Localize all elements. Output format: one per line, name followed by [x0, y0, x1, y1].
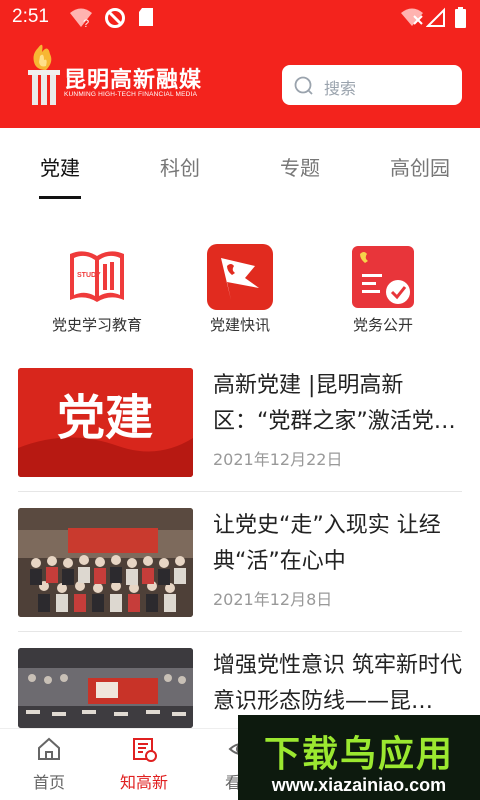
news-icon: [133, 738, 157, 762]
logo-name: 昆明高新融媒: [64, 68, 203, 93]
nav-home[interactable]: 首页: [4, 735, 94, 793]
shortcut-party-affairs[interactable]: 党务公开: [318, 244, 448, 335]
news-item[interactable]: 党建 高新党建 |昆明高新区：“党群之家”激活党… 2021年12月22日: [18, 368, 462, 478]
party-building-banner: 党建: [18, 368, 193, 477]
shortcut-party-history[interactable]: STUDY 党史学习教育: [32, 244, 162, 335]
site-watermark: 下载乌应用 www.xiazainiao.com: [238, 715, 480, 800]
search-input[interactable]: 搜索: [282, 65, 462, 105]
svg-text:?: ?: [83, 18, 89, 29]
party-flag-icon: [207, 244, 273, 310]
tab-sci-innovation[interactable]: 科创: [140, 152, 220, 181]
active-tab-indicator: [39, 196, 81, 199]
book-study-icon: STUDY: [70, 251, 124, 302]
watermark-url: www.xiazainiao.com: [271, 775, 447, 795]
news-title: 高新党建 |昆明高新区：“党群之家”激活党…: [213, 373, 456, 434]
logo-subtitle: KUNMING HIGH-TECH FINANCIAL MEDIA: [64, 91, 198, 98]
news-date: 2021年12月8日: [213, 590, 333, 609]
no-disturb-icon: [105, 8, 125, 28]
home-icon: [38, 737, 60, 760]
battery-icon: [455, 7, 466, 28]
search-placeholder: 搜索: [324, 79, 357, 98]
news-item[interactable]: 让党史“走”入现实 让经典“活”在心中 2021年12月8日: [18, 508, 462, 618]
tab-topics[interactable]: 专题: [260, 152, 340, 181]
nav-label: 首页: [32, 773, 65, 792]
news-date: 2021年12月22日: [213, 450, 343, 469]
shortcut-label: 党史学习教育: [51, 316, 142, 334]
category-tabs: 党建 科创 专题 高创园: [0, 128, 480, 202]
wifi-question-icon: ?: [70, 8, 92, 29]
group-photo-image: [18, 508, 193, 617]
signal-icon: [426, 7, 445, 27]
news-title: 让党史“走”入现实 让经典“活”在心中: [213, 513, 441, 574]
status-time: 2:51: [12, 6, 49, 27]
status-bar: 2:51 ?: [0, 0, 480, 36]
news-thumbnail: [18, 508, 193, 617]
shortcut-label: 党务公开: [352, 316, 413, 334]
svg-text:STUDY: STUDY: [77, 272, 101, 279]
tab-party-building[interactable]: 党建: [20, 152, 100, 181]
watermark-title: 下载乌应用: [263, 734, 454, 775]
news-title: 增强党性意识 筑牢新时代意识形态防线——昆…: [213, 653, 462, 714]
document-check-icon: [352, 246, 414, 308]
nav-label: 知高新: [119, 773, 168, 792]
shortcut-label: 党建快讯: [209, 316, 270, 334]
torch-logo-icon: [28, 44, 60, 105]
nav-know-hitech[interactable]: 知高新: [99, 735, 189, 793]
news-thumbnail-text: 党建: [57, 390, 153, 446]
shortcut-party-news[interactable]: 党建快讯: [175, 244, 305, 335]
news-thumbnail: [18, 648, 193, 728]
divider: [18, 631, 462, 632]
divider: [18, 491, 462, 492]
app-header: 2:51 ? 昆明高新融媒 KUNMING HIGH-TECH FINANCIA…: [0, 0, 480, 128]
search-icon: [294, 76, 313, 95]
sd-card-icon: [139, 8, 153, 26]
news-thumbnail: 党建: [18, 368, 193, 477]
tab-innovation-park[interactable]: 高创园: [380, 152, 460, 181]
meeting-photo-image: [18, 648, 193, 728]
wifi-off-icon: [401, 8, 423, 26]
